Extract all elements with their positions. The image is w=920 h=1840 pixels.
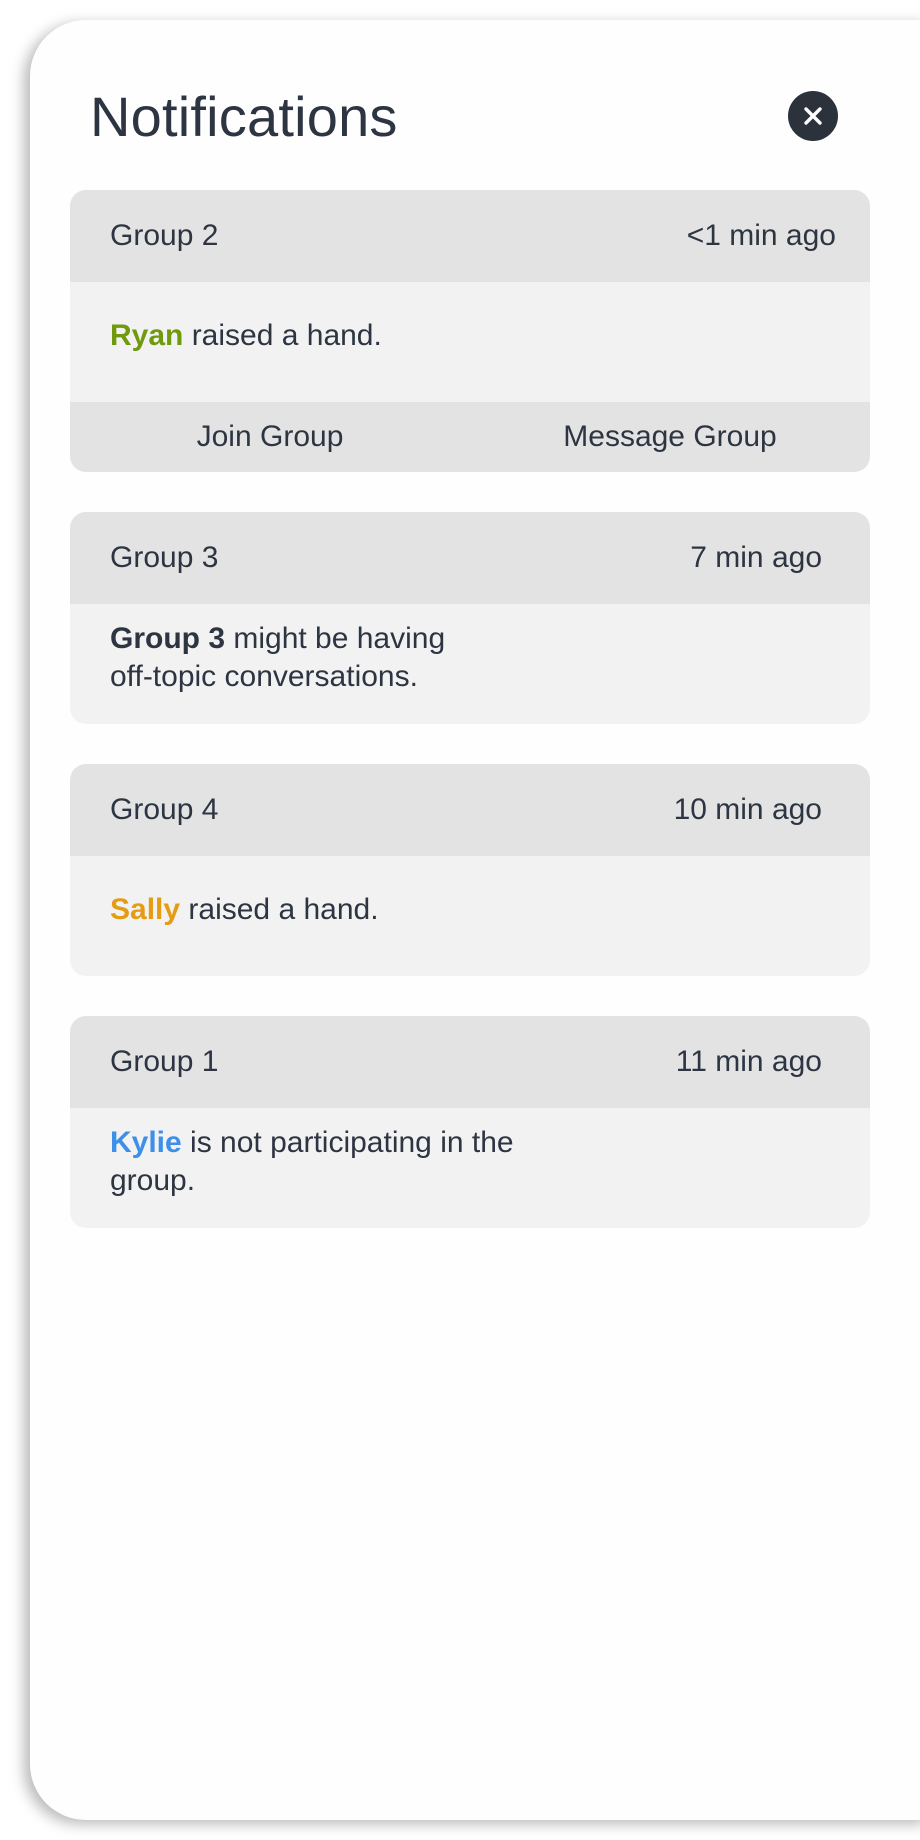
card-message: Ryan raised a hand. — [70, 282, 870, 402]
notification-card: Group 3 7 min ago Group 3 might be havin… — [70, 512, 870, 724]
message-text-continued: group. — [110, 1164, 196, 1197]
card-message: Kylie is not participating in the group. — [70, 1108, 870, 1228]
message-text: raised a hand. — [180, 893, 379, 926]
card-message: Sally raised a hand. — [70, 856, 870, 976]
group-name: Group 3 — [110, 541, 219, 574]
join-group-button[interactable]: Join Group — [70, 420, 470, 454]
page-title: Notifications — [90, 85, 398, 148]
group-name: Group 4 — [110, 793, 219, 826]
card-message: Group 3 might be having off-topic conver… — [70, 604, 870, 724]
close-icon — [804, 107, 822, 125]
message-text: is not participating in the — [181, 1126, 514, 1159]
card-header: Group 3 7 min ago — [70, 512, 870, 604]
card-actions: Join Group Message Group — [70, 402, 870, 472]
timestamp: 7 min ago — [690, 541, 822, 574]
message-text: raised a hand. — [183, 319, 382, 352]
notifications-panel: Notifications Group 2 <1 min ago Ryan ra… — [30, 20, 920, 1820]
student-name[interactable]: Kylie — [110, 1126, 182, 1159]
notification-card: Group 4 10 min ago Sally raised a hand. — [70, 764, 870, 976]
group-name: Group 2 — [110, 219, 219, 252]
card-header: Group 2 <1 min ago — [70, 190, 870, 282]
message-text: might be having — [225, 622, 446, 655]
group-subject[interactable]: Group 3 — [110, 622, 225, 655]
timestamp: 10 min ago — [673, 793, 822, 826]
group-name: Group 1 — [110, 1045, 219, 1078]
notification-card: Group 1 11 min ago Kylie is not particip… — [70, 1016, 870, 1228]
timestamp: <1 min ago — [686, 219, 836, 252]
card-header: Group 1 11 min ago — [70, 1016, 870, 1108]
card-header: Group 4 10 min ago — [70, 764, 870, 856]
notification-card: Group 2 <1 min ago Ryan raised a hand. J… — [70, 190, 870, 472]
message-group-button[interactable]: Message Group — [470, 420, 870, 454]
student-name[interactable]: Sally — [110, 893, 180, 926]
close-button[interactable] — [788, 91, 838, 141]
student-name[interactable]: Ryan — [110, 319, 183, 352]
timestamp: 11 min ago — [675, 1045, 822, 1078]
message-text-continued: off-topic conversations. — [110, 660, 418, 693]
